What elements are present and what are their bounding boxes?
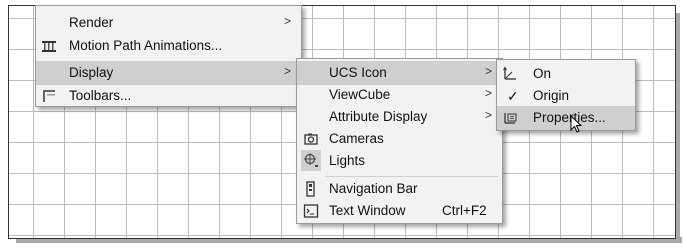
menu-item-render-label: Render [69,15,114,30]
menu-item-ucs-origin-label: Origin [533,88,570,103]
motion-path-icon [41,38,57,54]
menu-item-cameras[interactable]: Cameras [297,127,502,151]
menu-item-viewcube-label: ViewCube [329,87,391,102]
menu-item-attribute-display[interactable]: Attribute Display > [297,105,502,129]
menu-item-lights-label: Lights [329,153,366,168]
menu-item-ucs-icon-label: UCS Icon [329,65,387,80]
menu-item-display[interactable]: Display > [36,61,301,85]
menu-item-render[interactable]: Render > [36,11,301,35]
menu-item-navigation-bar-label: Navigation Bar [329,181,418,196]
menu-item-attribute-display-label: Attribute Display [329,109,428,124]
main-menu: Render > Motion Path Animations... Displ… [35,5,302,107]
menu-item-motion-path-label: Motion Path Animations... [69,38,223,53]
menu-item-navigation-bar[interactable]: Navigation Bar [297,177,502,201]
menu-item-display-label: Display [69,65,114,80]
ucs-icon-submenu: On ✓ Origin Properties... [496,59,636,131]
menu-item-ucs-properties[interactable]: Properties... [497,106,635,130]
ucs-on-icon [502,66,518,82]
navigation-bar-icon [303,181,319,197]
menu-item-ucs-origin[interactable]: ✓ Origin [497,84,635,108]
camera-icon [303,131,319,147]
lights-icon [301,150,321,171]
menu-item-toolbars-label: Toolbars... [69,88,132,103]
menu-item-motion-path-animations[interactable]: Motion Path Animations... [36,34,301,58]
menu-item-ucs-icon[interactable]: UCS Icon > [297,61,502,85]
menu-item-text-window[interactable]: Text Window Ctrl+F2 [297,199,502,223]
menu-item-viewcube[interactable]: ViewCube > [297,83,502,107]
submenu-arrow-icon: > [284,64,292,78]
submenu-arrow-icon: > [485,108,493,122]
menu-item-ucs-on[interactable]: On [497,62,635,86]
checkmark-icon: ✓ [507,88,519,104]
submenu-arrow-icon: > [485,64,493,78]
text-window-icon [303,203,319,219]
shortcut-text-window: Ctrl+F2 [442,203,487,218]
menu-item-ucs-on-label: On [533,66,552,81]
display-submenu: UCS Icon > ViewCube > Attribute Display … [296,58,503,224]
mouse-pointer-icon [570,114,584,135]
menu-item-lights[interactable]: Lights [297,149,502,173]
menu-item-toolbars[interactable]: Toolbars... [36,84,301,108]
toolbars-icon [41,88,57,104]
menu-item-cameras-label: Cameras [329,131,384,146]
submenu-arrow-icon: > [485,86,493,100]
submenu-arrow-icon: > [284,14,292,28]
ucs-properties-icon [502,110,518,126]
menu-item-text-window-label: Text Window [329,203,406,218]
